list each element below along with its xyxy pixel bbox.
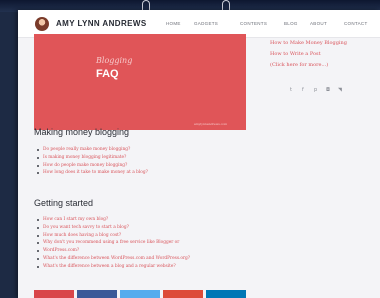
section-heading: Making money blogging bbox=[34, 127, 130, 137]
faq-list: Do people really make money blogging? Is… bbox=[34, 146, 246, 177]
nav-home[interactable]: HOME bbox=[166, 21, 181, 26]
share-button[interactable] bbox=[77, 290, 117, 298]
faq-link[interactable]: Is making money blogging legitimate? bbox=[34, 154, 246, 162]
faq-link[interactable]: How can I start my own blog? bbox=[34, 216, 246, 224]
faq-link[interactable]: What's the difference between WordPress.… bbox=[34, 255, 246, 263]
faq-link[interactable]: How long does it take to make money at a… bbox=[34, 169, 246, 177]
nav-contact[interactable]: CONTACT bbox=[344, 21, 368, 26]
nav-contents[interactable]: CONTENTS bbox=[240, 21, 267, 26]
sidebar-link[interactable]: (Click here for more...) bbox=[270, 62, 328, 68]
facebook-icon[interactable]: f bbox=[302, 88, 306, 93]
share-bar bbox=[34, 290, 246, 298]
share-button[interactable] bbox=[163, 290, 203, 298]
sidebar-link[interactable]: How to Make Money Blogging bbox=[270, 40, 347, 46]
twitter-icon[interactable]: t bbox=[290, 88, 294, 93]
website-screen: AMY LYNN ANDREWS HOME GADGETS CONTENTS B… bbox=[18, 10, 380, 298]
social-icons: t f p ◘ ◥ bbox=[290, 88, 360, 94]
hero-subtitle: Blogging bbox=[96, 56, 133, 65]
hero-title: FAQ bbox=[96, 68, 119, 80]
avatar[interactable] bbox=[35, 17, 49, 31]
faq-link[interactable]: How much does having a blog cost? bbox=[34, 232, 246, 240]
faq-link[interactable]: WordPress.com? bbox=[34, 247, 246, 255]
faq-list: How can I start my own blog? Do you want… bbox=[34, 216, 246, 271]
site-brand[interactable]: AMY LYNN ANDREWS bbox=[56, 19, 147, 28]
share-button[interactable] bbox=[120, 290, 160, 298]
share-button[interactable] bbox=[206, 290, 246, 298]
nav-gadgets[interactable]: GADGETS bbox=[194, 21, 218, 26]
rss-icon[interactable]: ◥ bbox=[338, 88, 342, 93]
faq-link[interactable]: Do you want tech savvy to start a blog? bbox=[34, 224, 246, 232]
hero-footer: amylynnandrews.com bbox=[194, 122, 228, 126]
instagram-icon[interactable]: ◘ bbox=[326, 88, 330, 93]
hero-banner: Blogging FAQ amylynnandrews.com bbox=[34, 34, 246, 130]
section-heading: Getting started bbox=[34, 198, 94, 208]
faq-link[interactable]: Do people really make money blogging? bbox=[34, 146, 246, 154]
share-button[interactable] bbox=[34, 290, 74, 298]
nav-blog[interactable]: BLOG bbox=[284, 21, 298, 26]
faq-link[interactable]: How do people make money blogging? bbox=[34, 162, 246, 170]
sidebar-link[interactable]: How to Write a Post bbox=[270, 51, 321, 57]
faq-link[interactable]: What's the difference between a blog and… bbox=[34, 263, 246, 271]
nav-about[interactable]: ABOUT bbox=[310, 21, 327, 26]
faq-link[interactable]: Why don't you recommend using a free ser… bbox=[34, 239, 246, 247]
pinterest-icon[interactable]: p bbox=[314, 88, 318, 93]
